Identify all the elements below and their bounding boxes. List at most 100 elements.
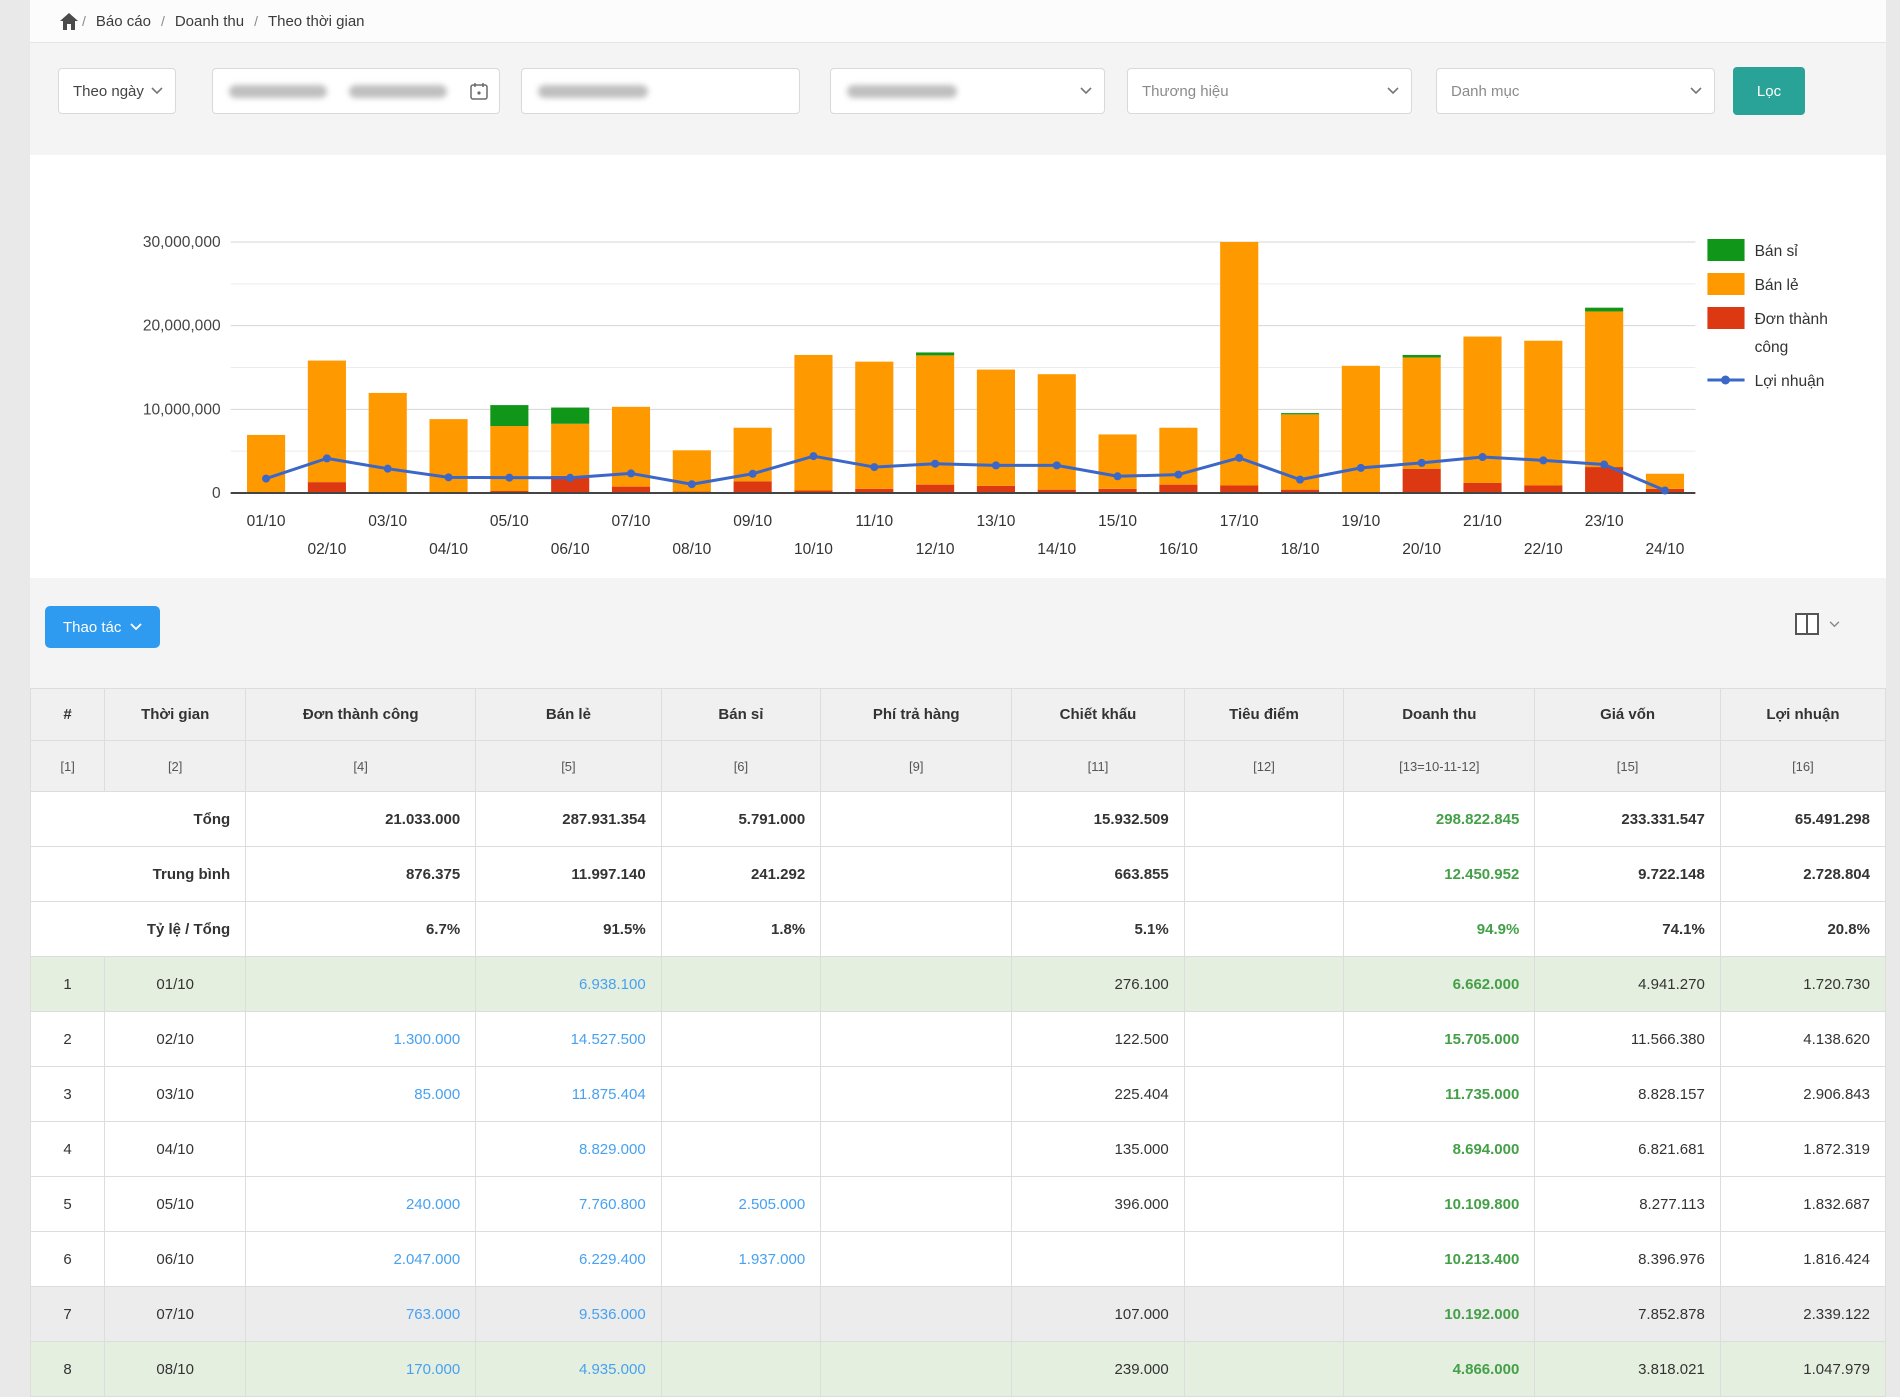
bar-segment[interactable]: [551, 424, 589, 476]
cell-dtc[interactable]: 85.000: [246, 1067, 476, 1122]
line-point[interactable]: [688, 480, 696, 488]
table-row[interactable]: 202/101.300.00014.527.500122.50015.705.0…: [31, 1012, 1886, 1067]
home-icon[interactable]: [60, 13, 78, 30]
column-header-td[interactable]: Tiêu điểm: [1184, 689, 1344, 741]
cell-banle[interactable]: 6.229.400: [476, 1232, 662, 1287]
bar-segment[interactable]: [247, 435, 285, 493]
bar-segment[interactable]: [916, 352, 954, 355]
line-point[interactable]: [384, 465, 392, 473]
product-type-select[interactable]: [830, 68, 1105, 114]
table-row[interactable]: 303/1085.00011.875.404225.40411.735.0008…: [31, 1067, 1886, 1122]
table-row[interactable]: 404/108.829.000135.0008.694.0006.821.681…: [31, 1122, 1886, 1177]
cell-banle[interactable]: 8.829.000: [476, 1122, 662, 1177]
legend-label[interactable]: Lợi nhuận: [1755, 373, 1825, 390]
line-point[interactable]: [870, 463, 878, 471]
line-point[interactable]: [445, 473, 453, 481]
bar-segment[interactable]: [1403, 469, 1441, 493]
filter-button[interactable]: Lọc: [1733, 67, 1805, 115]
bar-segment[interactable]: [1038, 374, 1076, 489]
line-point[interactable]: [931, 460, 939, 468]
line-point[interactable]: [1174, 471, 1182, 479]
bar-segment[interactable]: [1403, 355, 1441, 358]
line-point[interactable]: [1600, 461, 1608, 469]
period-select[interactable]: Theo ngày: [58, 68, 176, 114]
line-point[interactable]: [566, 474, 574, 482]
cell-banle[interactable]: 6.938.100: [476, 957, 662, 1012]
breadcrumb-item-theo-thoi-gian[interactable]: Theo thời gian: [268, 13, 365, 30]
line-point[interactable]: [1235, 454, 1243, 462]
bar-segment[interactable]: [1463, 483, 1501, 493]
column-header-ln[interactable]: Lợi nhuận: [1720, 689, 1885, 741]
calendar-icon[interactable]: [469, 81, 489, 101]
line-point[interactable]: [1357, 464, 1365, 472]
line-point[interactable]: [1053, 461, 1061, 469]
cell-banle[interactable]: 9.536.000: [476, 1287, 662, 1342]
cell-bansi[interactable]: 1.937.000: [661, 1232, 821, 1287]
column-header-phi[interactable]: Phí trả hàng: [821, 689, 1012, 741]
bar-segment[interactable]: [308, 482, 346, 493]
bar-segment[interactable]: [1159, 485, 1197, 493]
breadcrumb-item-doanh-thu[interactable]: Doanh thu: [175, 13, 244, 30]
search-product-input[interactable]: [521, 68, 800, 114]
actions-button[interactable]: Thao tác: [45, 606, 160, 648]
column-header-dt[interactable]: Doanh thu: [1344, 689, 1535, 741]
line-point[interactable]: [1539, 456, 1547, 464]
table-row[interactable]: 707/10763.0009.536.000107.00010.192.0007…: [31, 1287, 1886, 1342]
column-header-stt[interactable]: #: [31, 689, 105, 741]
bar-segment[interactable]: [1281, 413, 1319, 414]
column-header-date[interactable]: Thời gian: [105, 689, 246, 741]
columns-toggle[interactable]: [1795, 613, 1840, 635]
bar-segment[interactable]: [1099, 434, 1137, 488]
bar-segment[interactable]: [551, 408, 589, 424]
cell-dtc[interactable]: 1.300.000: [246, 1012, 476, 1067]
date-range-input[interactable]: [212, 68, 500, 114]
line-point[interactable]: [1478, 453, 1486, 461]
brand-select[interactable]: Thương hiệu: [1127, 68, 1412, 114]
column-header-dtc[interactable]: Đơn thành công: [246, 689, 476, 741]
bar-segment[interactable]: [794, 355, 832, 491]
bar-segment[interactable]: [429, 419, 467, 493]
line-point[interactable]: [323, 454, 331, 462]
table-row[interactable]: 606/102.047.0006.229.4001.937.00010.213.…: [31, 1232, 1886, 1287]
legend-label[interactable]: công: [1755, 339, 1789, 356]
category-select[interactable]: Danh mục: [1436, 68, 1715, 114]
bar-segment[interactable]: [1585, 308, 1623, 312]
line-point[interactable]: [1418, 459, 1426, 467]
cell-banle[interactable]: 14.527.500: [476, 1012, 662, 1067]
line-point[interactable]: [627, 469, 635, 477]
cell-dtc[interactable]: 240.000: [246, 1177, 476, 1232]
bar-segment[interactable]: [734, 481, 772, 493]
bar-segment[interactable]: [369, 393, 407, 492]
bar-segment[interactable]: [1524, 485, 1562, 493]
legend-label[interactable]: Đơn thành: [1755, 311, 1828, 328]
column-header-banle[interactable]: Bán lẻ: [476, 689, 662, 741]
legend-label[interactable]: Bán sỉ: [1755, 243, 1799, 260]
cell-banle[interactable]: 4.935.000: [476, 1342, 662, 1397]
cell-dtc[interactable]: 2.047.000: [246, 1232, 476, 1287]
column-header-bansi[interactable]: Bán sỉ: [661, 689, 821, 741]
cell-banle[interactable]: 7.760.800: [476, 1177, 662, 1232]
bar-segment[interactable]: [1342, 366, 1380, 492]
cell-bansi[interactable]: 2.505.000: [661, 1177, 821, 1232]
line-point[interactable]: [505, 474, 513, 482]
table-row[interactable]: 101/106.938.100276.1006.662.0004.941.270…: [31, 957, 1886, 1012]
bar-segment[interactable]: [1403, 357, 1441, 468]
line-point[interactable]: [1114, 472, 1122, 480]
line-point[interactable]: [809, 452, 817, 460]
bar-segment[interactable]: [977, 486, 1015, 493]
table-row[interactable]: 808/10170.0004.935.000239.0004.866.0003.…: [31, 1342, 1886, 1397]
breadcrumb-item-bao-cao[interactable]: Báo cáo: [96, 13, 151, 30]
bar-segment[interactable]: [916, 485, 954, 493]
line-point[interactable]: [749, 470, 757, 478]
line-point[interactable]: [262, 475, 270, 483]
bar-segment[interactable]: [1220, 485, 1258, 493]
line-point[interactable]: [992, 461, 1000, 469]
line-point[interactable]: [1661, 486, 1669, 494]
legend-label[interactable]: Bán lẻ: [1755, 277, 1799, 294]
bar-segment[interactable]: [1220, 242, 1258, 485]
bar-segment[interactable]: [1585, 311, 1623, 467]
column-header-gv[interactable]: Giá vốn: [1535, 689, 1721, 741]
column-header-ck[interactable]: Chiết khấu: [1012, 689, 1185, 741]
cell-banle[interactable]: 11.875.404: [476, 1067, 662, 1122]
line-point[interactable]: [1296, 476, 1304, 484]
